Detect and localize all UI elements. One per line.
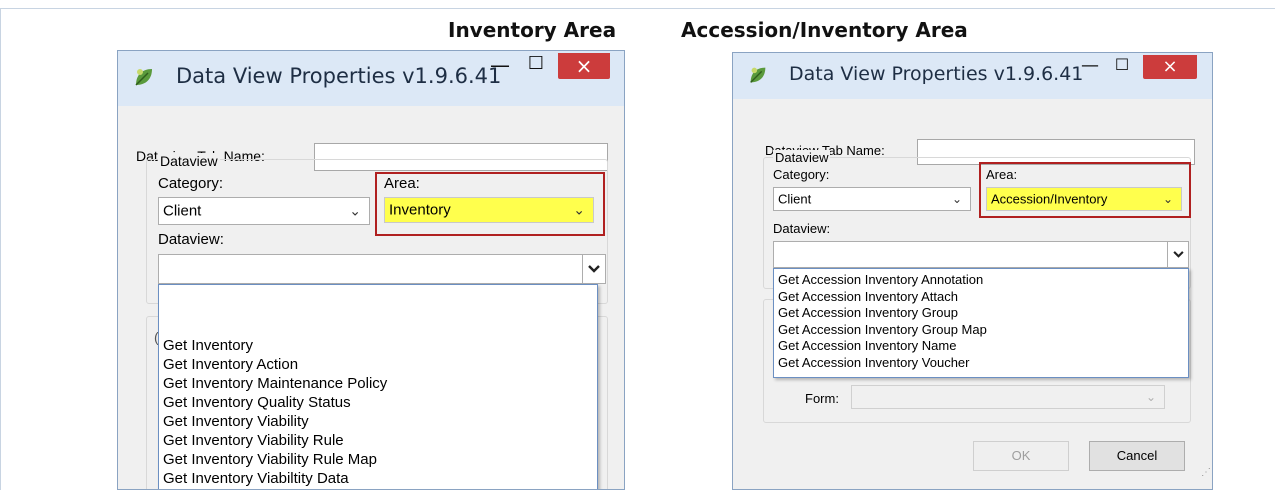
maximize-button[interactable]: ☐ [1109, 55, 1135, 81]
chevron-down-icon [588, 265, 600, 273]
title-bar[interactable]: Data View Properties v1.9.6.41 — ☐ × [118, 51, 624, 106]
area-highlight-box [979, 162, 1191, 218]
dropdown-list-item[interactable]: Get Inventory Viability Rule [163, 432, 344, 449]
dropdown-list-item[interactable]: Get Inventory Viabiltity Data [163, 470, 349, 487]
dataview-label: Dataview: [158, 231, 224, 248]
category-label: Category: [158, 175, 224, 192]
dropdown-list-item[interactable]: Get Accession Inventory Group Map [778, 322, 987, 337]
dropdown-list-item[interactable]: Get Inventory Quality Status [163, 394, 351, 411]
dropdown-list-item[interactable]: Get Accession Inventory Group [778, 305, 958, 320]
app-leaf-icon [750, 67, 766, 83]
window-title: Data View Properties v1.9.6.41 [789, 63, 1084, 85]
close-button[interactable]: × [1143, 55, 1197, 79]
form-select[interactable]: ⌄ [851, 385, 1165, 409]
caption-inventory-area: Inventory Area [448, 18, 617, 42]
category-value: Client [778, 191, 812, 207]
dataview-group-label: Dataview [773, 150, 831, 165]
app-leaf-icon [135, 69, 152, 86]
chevron-down-icon [1172, 251, 1184, 258]
chevron-down-icon: ⌄ [1145, 390, 1156, 404]
right-dialog-window: Data View Properties v1.9.6.41 — ☐ × Dat… [732, 52, 1213, 490]
minimize-button[interactable]: — [486, 53, 514, 79]
cancel-button[interactable]: Cancel [1089, 441, 1185, 471]
dropdown-list-item[interactable]: Get Inventory [163, 337, 253, 354]
dataview-label: Dataview: [773, 221, 831, 236]
dataview-select[interactable] [773, 241, 1189, 268]
dataview-group-label: Dataview [158, 153, 220, 169]
dropdown-list-item[interactable]: Get Accession Inventory Voucher [778, 355, 970, 370]
category-label: Category: [773, 167, 830, 182]
chevron-down-icon: ⌄ [349, 202, 361, 219]
chevron-down-icon: ⌄ [951, 192, 962, 206]
dropdown-list-item[interactable]: Get Inventory Viability Rule Map [163, 451, 377, 468]
title-bar[interactable]: Data View Properties v1.9.6.41 — ☐ × [733, 53, 1212, 99]
dataview-dropdown-button[interactable] [582, 255, 605, 283]
caption-accession-inventory-area: Accession/Inventory Area [681, 18, 968, 42]
dropdown-list-item[interactable]: Get Accession Inventory Name [778, 338, 956, 353]
dataview-dropdown-list[interactable]: Get Inventory Get Inventory Action Get Inv… [158, 284, 598, 489]
dropdown-list-item[interactable]: Get Inventory Viability [163, 413, 309, 430]
panel-border-top [0, 8, 1275, 9]
dataview-dropdown-button[interactable] [1167, 242, 1188, 267]
dropdown-list-item[interactable]: Get Inventory Action [163, 356, 298, 373]
category-select[interactable]: Client ⌄ [158, 197, 370, 225]
resize-grip-icon[interactable]: ⋰ [1201, 467, 1211, 478]
dataview-dropdown-list[interactable]: Get Accession Inventory Annotation Get Ac… [773, 268, 1189, 378]
dropdown-list-item[interactable]: Get Accession Inventory Annotation [778, 272, 983, 287]
category-select[interactable]: Client ⌄ [773, 187, 971, 211]
close-button[interactable]: × [558, 53, 610, 79]
left-dialog-window: Data View Properties v1.9.6.41 — ☐ × Dat… [117, 50, 625, 490]
dropdown-list-item[interactable]: Get Accession Inventory Attach [778, 289, 958, 304]
ok-button[interactable]: OK [973, 441, 1069, 471]
area-highlight-box [375, 172, 605, 236]
maximize-button[interactable]: ☐ [522, 53, 550, 79]
dropdown-list-item[interactable]: Get Inventory Maintenance Policy [163, 375, 387, 392]
minimize-button[interactable]: — [1077, 55, 1103, 81]
dataview-select[interactable] [158, 254, 606, 284]
form-label: Form: [805, 391, 839, 406]
category-value: Client [163, 202, 202, 220]
panel-border-left [0, 8, 1, 490]
window-title: Data View Properties v1.9.6.41 [176, 64, 502, 88]
